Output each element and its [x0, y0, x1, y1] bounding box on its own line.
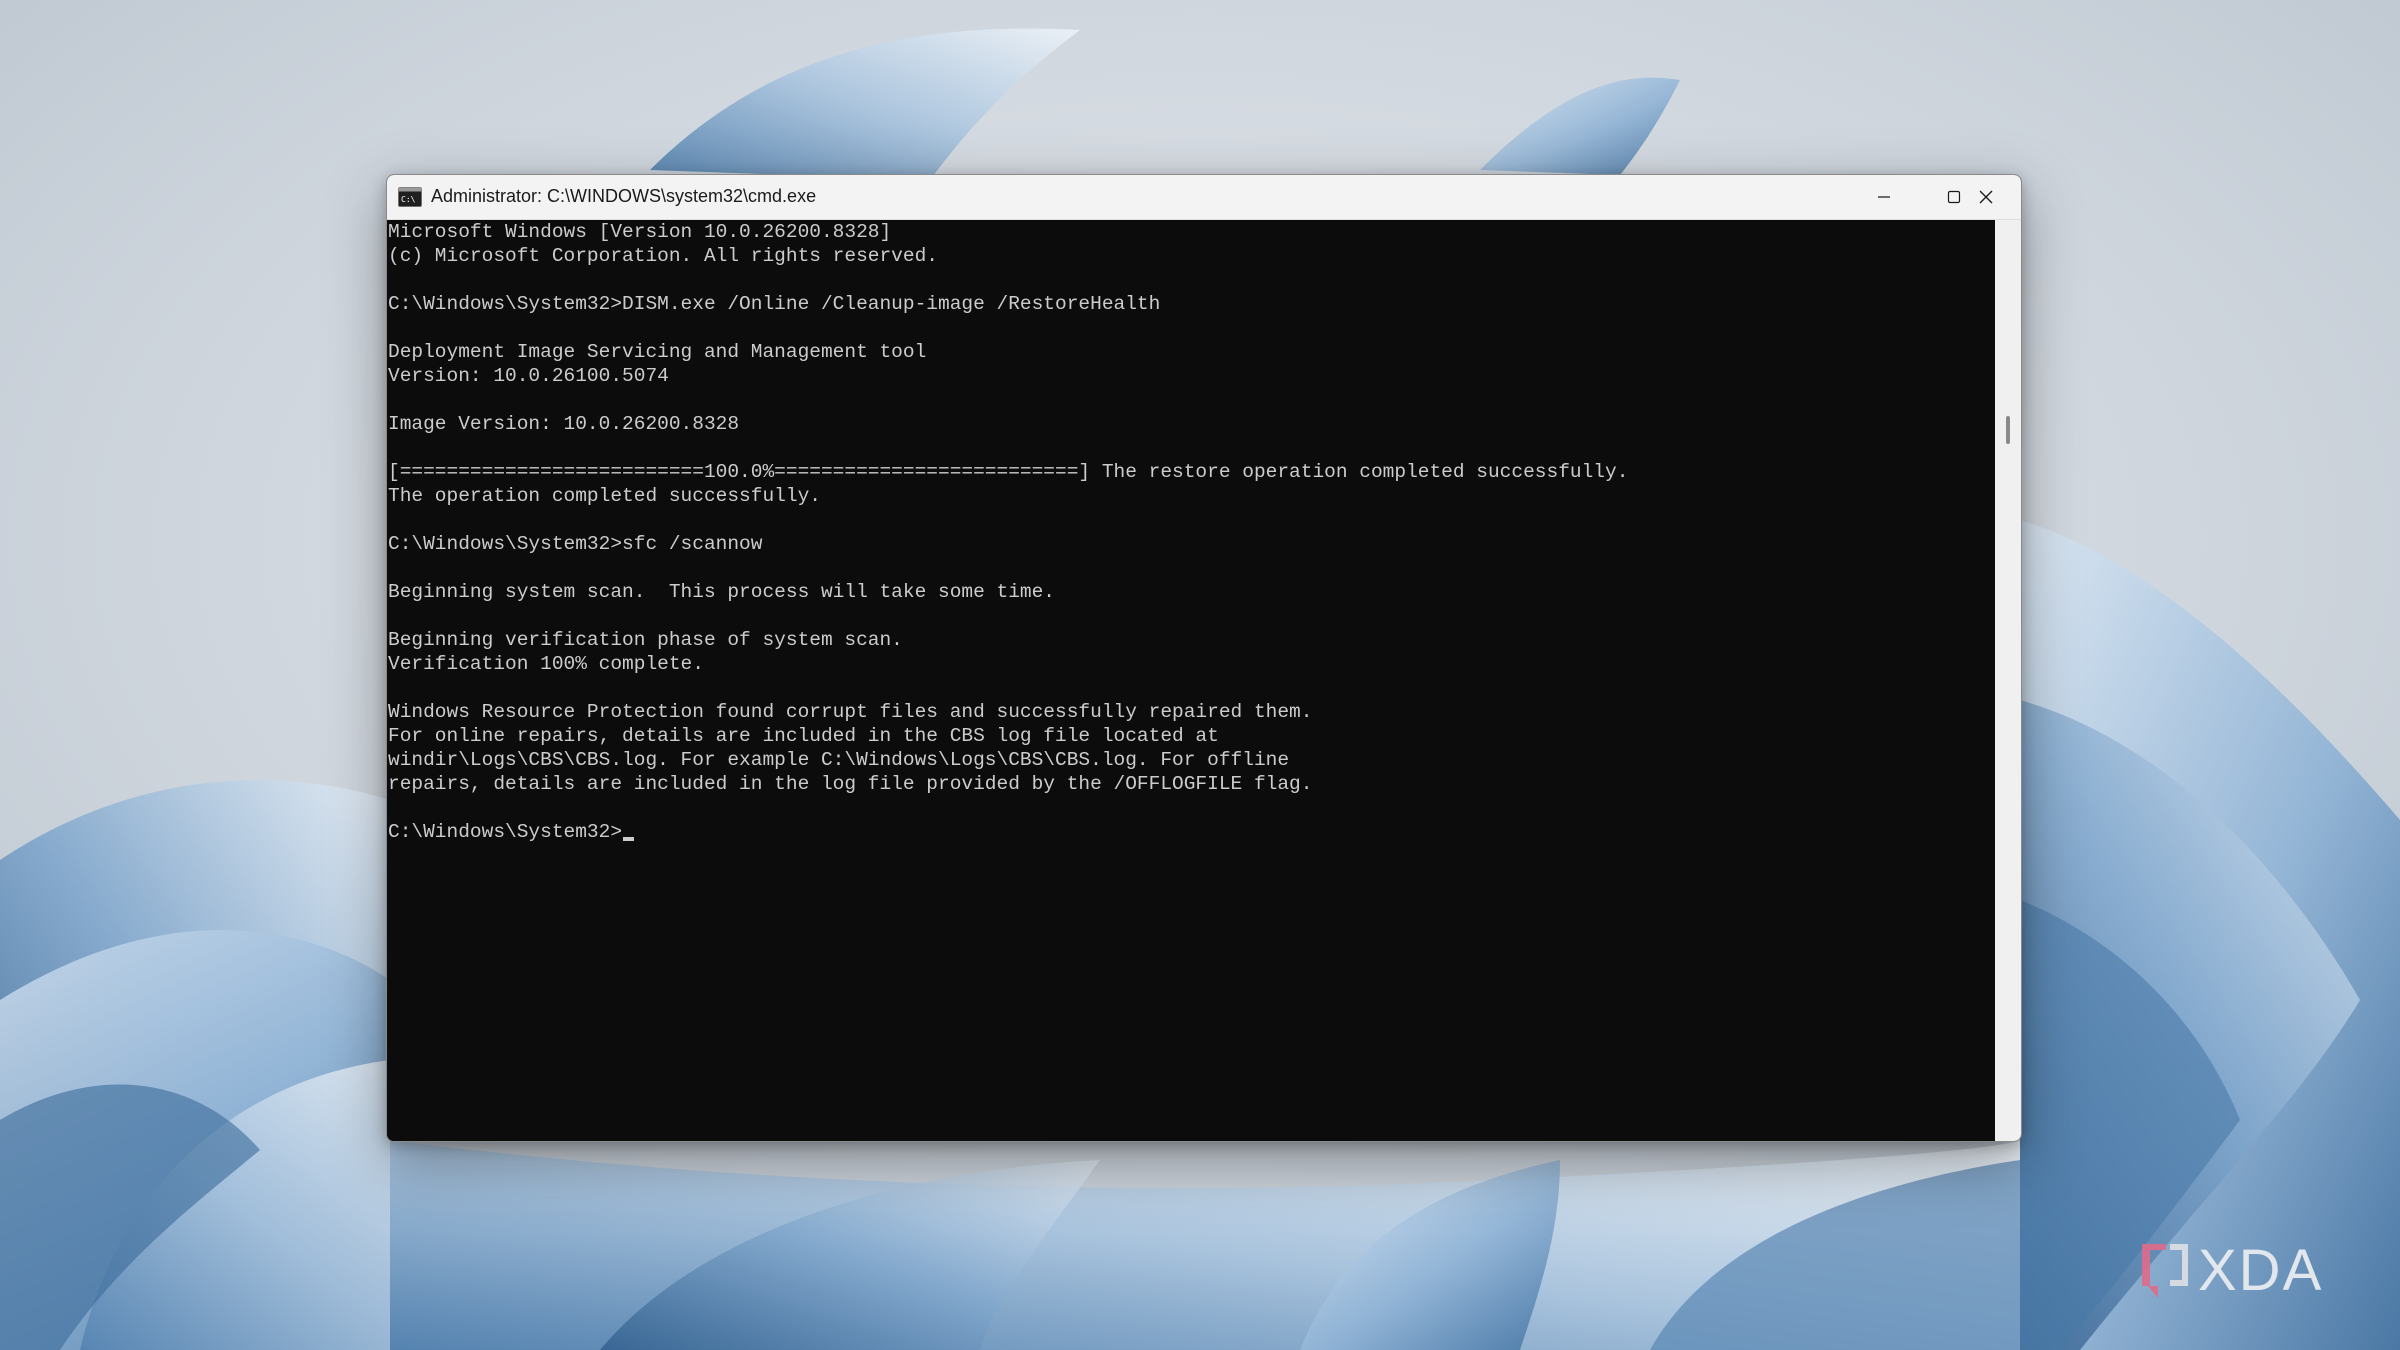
console-line: Image Version: 10.0.26200.8328 — [388, 413, 740, 435]
close-icon — [1979, 190, 1993, 204]
console-line: [==========================100.0%=======… — [388, 461, 1629, 483]
console-line: windir\Logs\CBS\CBS.log. For example C:\… — [388, 749, 1290, 771]
console-line: Beginning verification phase of system s… — [388, 629, 903, 651]
console-line: Beginning system scan. This process will… — [388, 581, 1056, 603]
console-line: (c) Microsoft Corporation. All rights re… — [388, 245, 938, 267]
console-line: The operation completed successfully. — [388, 485, 821, 507]
console-line: Deployment Image Servicing and Managemen… — [388, 341, 927, 363]
svg-text:C:\: C:\ — [401, 195, 416, 204]
console-prompt-line[interactable]: C:\Windows\System32> — [387, 820, 1995, 844]
close-button[interactable] — [1951, 175, 2021, 219]
console-prompt: C:\Windows\System32> — [388, 821, 623, 843]
minimize-icon — [1878, 196, 1890, 198]
console-line: Version: 10.0.26100.5074 — [388, 365, 669, 387]
window-title: Administrator: C:\WINDOWS\system32\cmd.e… — [431, 186, 817, 206]
console-line: repairs, details are included in the log… — [388, 773, 1313, 795]
console-line: Verification 100% complete. — [388, 653, 704, 675]
console-line: Windows Resource Protection found corrup… — [388, 701, 1313, 723]
console-line: For online repairs, details are included… — [388, 725, 1219, 747]
console-line: Microsoft Windows [Version 10.0.26200.83… — [388, 221, 892, 243]
cmd-window: C:\ Administrator: C:\WINDOWS\system32\c… — [386, 174, 2022, 1142]
console-line: C:\Windows\System32>DISM.exe /Online /Cl… — [388, 293, 1161, 315]
scrollbar-thumb[interactable] — [2006, 416, 2010, 444]
title-bar[interactable]: C:\ Administrator: C:\WINDOWS\system32\c… — [387, 175, 2021, 220]
cmd-icon: C:\ — [398, 187, 422, 207]
xda-logo-icon — [2142, 1244, 2188, 1298]
xda-watermark: XDA — [2142, 1238, 2323, 1303]
console-output[interactable]: Microsoft Windows [Version 10.0.26200.83… — [387, 220, 1995, 1141]
minimize-button[interactable] — [1849, 175, 1919, 219]
xda-watermark-text: XDA — [2198, 1238, 2323, 1303]
vertical-scrollbar[interactable] — [1995, 220, 2021, 1141]
console-line: C:\Windows\System32>sfc /scannow — [388, 533, 763, 555]
text-cursor — [623, 837, 635, 841]
